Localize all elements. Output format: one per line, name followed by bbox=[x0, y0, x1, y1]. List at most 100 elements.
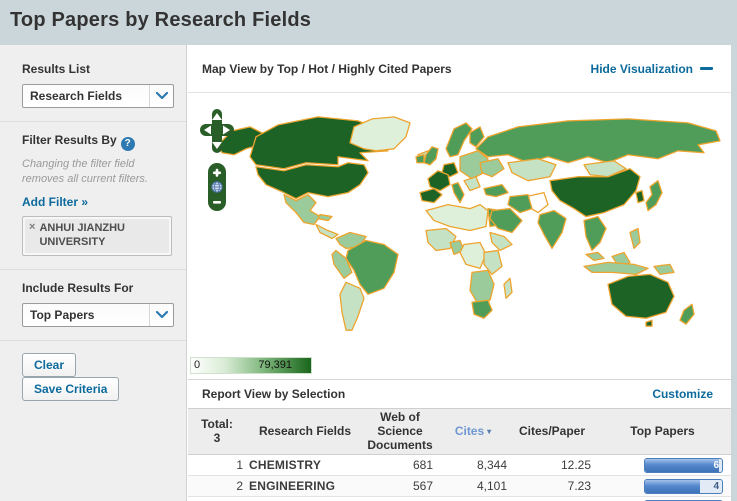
top-papers-value: 4 bbox=[713, 480, 719, 492]
region-north-africa[interactable] bbox=[425, 203, 489, 232]
region-korea[interactable] bbox=[635, 190, 645, 204]
world-map[interactable] bbox=[188, 93, 731, 379]
legend-max-value: 79,391 bbox=[258, 359, 292, 371]
region-tasmania[interactable] bbox=[645, 319, 653, 327]
row-rank: 1 bbox=[188, 454, 246, 477]
region-indochina[interactable] bbox=[583, 215, 607, 252]
region-malaysia[interactable] bbox=[585, 251, 605, 262]
row-cites: 26,008 bbox=[436, 496, 510, 501]
region-mexico[interactable] bbox=[283, 193, 321, 226]
hide-visualization-link[interactable]: Hide Visualization bbox=[591, 62, 713, 76]
region-argentina[interactable] bbox=[339, 281, 365, 331]
region-ireland[interactable] bbox=[415, 154, 425, 164]
report-table: Total: 3 Research Fields Web of Science … bbox=[188, 407, 731, 501]
map-pan-control[interactable] bbox=[200, 109, 234, 153]
sidebar-divider bbox=[0, 339, 186, 341]
results-list-select[interactable]: Research Fields bbox=[22, 84, 174, 108]
region-australia[interactable] bbox=[607, 273, 675, 319]
table-header-row: Total: 3 Research Fields Web of Science … bbox=[188, 407, 731, 456]
column-header-wos-documents[interactable]: Web of Science Documents bbox=[364, 407, 436, 456]
filter-note: Changing the filter field removes all cu… bbox=[22, 158, 148, 185]
clear-button[interactable]: Clear bbox=[22, 352, 77, 377]
remove-filter-icon[interactable]: × bbox=[29, 221, 35, 233]
column-header-total: Total: 3 bbox=[188, 407, 246, 456]
table-row: 2 ENGINEERING 567 4,101 7.23 4 bbox=[188, 475, 731, 498]
save-criteria-button[interactable]: Save Criteria bbox=[22, 376, 120, 401]
main-content: Map View by Top / Hot / Highly Cited Pap… bbox=[188, 45, 731, 501]
chevron-down-icon bbox=[149, 85, 173, 107]
table-row: 0 ALL FIELDS 2,677 26,008 9.72 27 bbox=[188, 496, 731, 501]
region-italy[interactable] bbox=[451, 182, 465, 204]
region-central-america[interactable] bbox=[315, 223, 339, 240]
field-link[interactable]: ENGINEERING bbox=[249, 479, 335, 493]
sort-descending-icon: ▾ bbox=[487, 426, 492, 436]
row-docs: 681 bbox=[364, 454, 436, 477]
region-horn-of-africa[interactable] bbox=[489, 231, 513, 252]
page-header: Top Papers by Research Fields bbox=[0, 0, 737, 45]
row-docs: 567 bbox=[364, 475, 436, 498]
results-list-label: Results List bbox=[22, 62, 91, 76]
map-zoom-control[interactable] bbox=[208, 163, 226, 211]
map-panel-title: Map View by Top / Hot / Highly Cited Pap… bbox=[202, 61, 452, 76]
region-papua-new-guinea[interactable] bbox=[653, 263, 675, 276]
filter-chip-label: ANHUI JIANZHU UNIVERSITY bbox=[39, 221, 125, 248]
customize-link[interactable]: Customize bbox=[652, 387, 713, 401]
help-icon[interactable]: ? bbox=[120, 137, 135, 151]
report-panel-title: Report View by Selection bbox=[202, 387, 346, 401]
column-header-cites[interactable]: Cites ▾ bbox=[436, 407, 510, 456]
region-central-africa[interactable] bbox=[459, 241, 487, 270]
include-results-select[interactable]: Top Papers bbox=[22, 302, 174, 327]
top-papers-bar: 4 bbox=[644, 478, 723, 494]
row-cites-per-paper: 7.23 bbox=[510, 475, 594, 498]
row-docs: 2,677 bbox=[364, 496, 436, 501]
map-view[interactable]: 0 79,391 bbox=[188, 93, 731, 380]
region-india[interactable] bbox=[537, 209, 567, 250]
row-cites: 4,101 bbox=[436, 475, 510, 498]
top-papers-bar-fill bbox=[645, 458, 719, 472]
add-filter-link[interactable]: Add Filter » bbox=[22, 195, 88, 209]
column-header-cites-per-paper[interactable]: Cites/Paper bbox=[510, 407, 594, 456]
table-row: 1 CHEMISTRY 681 8,344 12.25 6 bbox=[188, 454, 731, 477]
globe-icon bbox=[211, 181, 223, 193]
row-cites: 8,344 bbox=[436, 454, 510, 477]
region-southern-africa[interactable] bbox=[469, 269, 495, 305]
zoom-out-icon bbox=[213, 201, 221, 204]
app-window: Top Papers by Research Fields Results Li… bbox=[0, 0, 737, 501]
row-cites-per-paper: 9.72 bbox=[510, 496, 594, 501]
column-header-research-fields[interactable]: Research Fields bbox=[246, 407, 364, 456]
region-kazakhstan[interactable] bbox=[507, 158, 557, 182]
region-turkey[interactable] bbox=[483, 184, 509, 198]
row-rank: 0 bbox=[188, 496, 246, 501]
map-panel-header: Map View by Top / Hot / Highly Cited Pap… bbox=[188, 45, 731, 93]
top-papers-value: 6 bbox=[713, 459, 719, 471]
legend-min-value: 0 bbox=[194, 359, 201, 371]
page-title: Top Papers by Research Fields bbox=[10, 9, 312, 31]
region-balkans[interactable] bbox=[463, 176, 481, 192]
region-ukraine[interactable] bbox=[479, 158, 505, 178]
sidebar: Results List Research Fields Filter Resu… bbox=[0, 45, 187, 501]
filter-results-by-label: Filter Results By? bbox=[22, 133, 174, 151]
active-filter-chip[interactable]: × ANHUI JIANZHU UNIVERSITY bbox=[22, 215, 172, 256]
region-russia[interactable] bbox=[475, 118, 721, 164]
region-saudi-arabia[interactable] bbox=[489, 207, 523, 234]
region-madagascar[interactable] bbox=[503, 277, 513, 299]
region-indonesia[interactable] bbox=[583, 261, 649, 276]
region-cuba[interactable] bbox=[317, 213, 333, 222]
region-france[interactable] bbox=[427, 170, 451, 192]
column-header-top-papers[interactable]: Top Papers bbox=[594, 407, 731, 456]
top-papers-bar: 6 bbox=[644, 457, 723, 473]
region-scandinavia[interactable] bbox=[445, 122, 473, 158]
collapse-icon bbox=[700, 67, 713, 70]
map-color-legend: 0 79,391 bbox=[190, 357, 312, 374]
region-south-africa[interactable] bbox=[471, 299, 493, 319]
row-rank: 2 bbox=[188, 475, 246, 498]
field-link[interactable]: CHEMISTRY bbox=[249, 458, 321, 472]
region-uk[interactable] bbox=[423, 146, 439, 166]
chevron-down-icon bbox=[149, 303, 173, 326]
region-philippines[interactable] bbox=[629, 227, 641, 250]
region-japan[interactable] bbox=[645, 180, 663, 212]
include-results-label: Include Results For bbox=[22, 280, 134, 295]
row-cites-per-paper: 12.25 bbox=[510, 454, 594, 477]
region-usa[interactable] bbox=[255, 162, 369, 200]
region-new-zealand[interactable] bbox=[679, 303, 695, 325]
